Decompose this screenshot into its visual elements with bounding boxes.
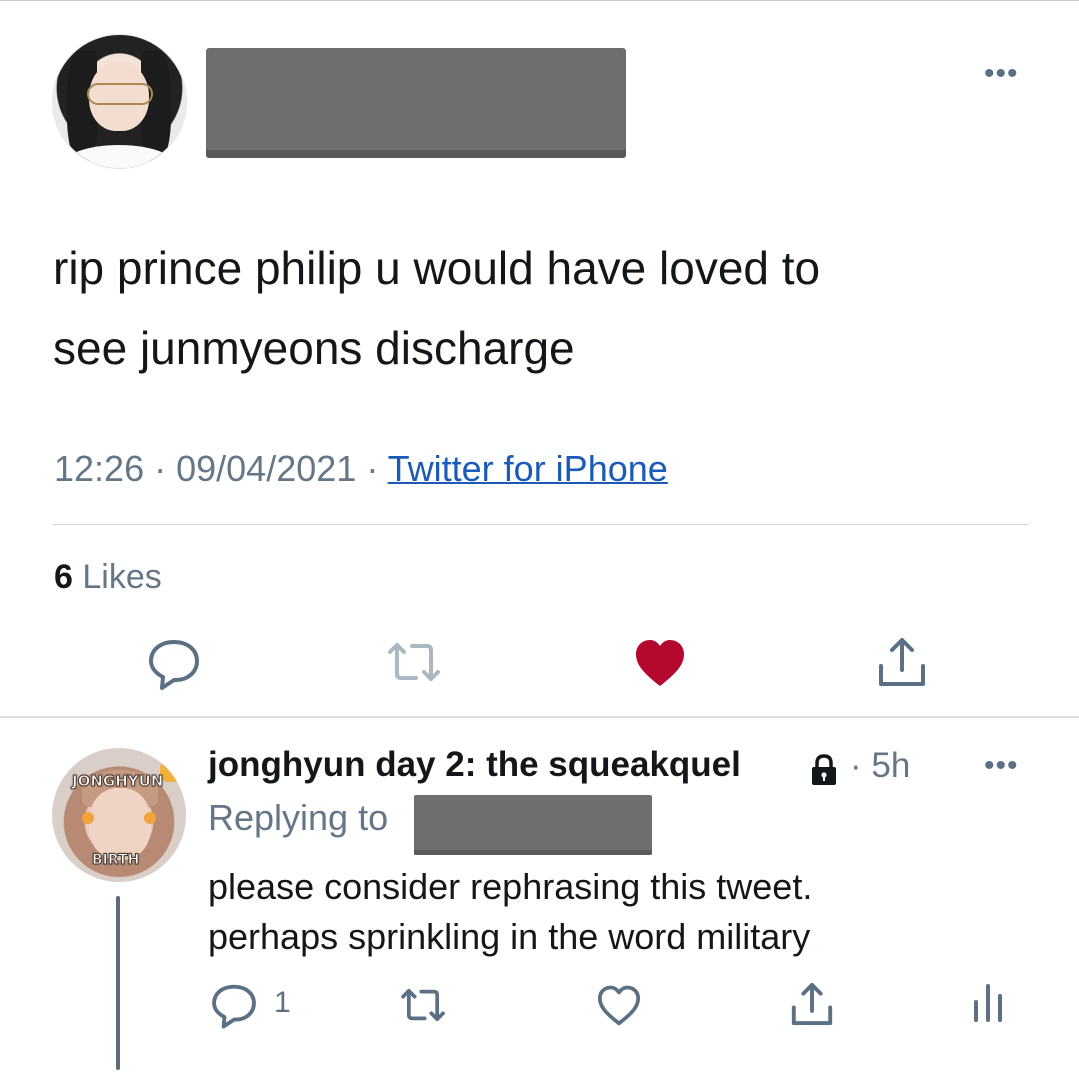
reply-text: please consider rephrasing this tweet. p… [208,862,1048,962]
tweet-time: 12:26 [54,448,145,489]
section-divider [0,716,1079,718]
avatar-sticker [144,812,156,824]
tweet-source-link[interactable]: Twitter for iPhone [388,448,668,489]
share-icon[interactable] [872,632,932,692]
analytics-icon[interactable] [968,980,1008,1026]
liked-heart-icon[interactable] [630,632,690,692]
divider [53,524,1029,525]
likes-count: 6 [54,558,73,596]
more-options-icon[interactable]: ••• [984,59,1019,89]
reply-text-line: perhaps sprinkling in the word military [208,916,811,957]
reply-text-line: please consider rephrasing this tweet. [208,866,813,907]
avatar-caption-top: JONGHYUN [71,772,164,791]
tweet-text-line: rip prince philip u would have loved to [53,242,821,294]
tweet-text: rip prince philip u would have loved to … [53,228,1033,388]
reply-time: 5h [871,746,911,785]
like-icon[interactable] [594,980,644,1030]
tweet-date: 09/04/2021 [176,448,357,489]
reply-count: 1 [274,986,291,1019]
likes-label: Likes [82,558,162,596]
reply-author-avatar[interactable]: JONGHYUN BIRTH [52,748,186,882]
reply-icon[interactable] [208,978,260,1030]
tweet-text-line: see junmyeons discharge [53,322,575,374]
reply-more-options-icon[interactable]: ••• [984,751,1019,781]
avatar-caption-bottom: BIRTH [91,852,140,869]
replying-to-label: Replying to [208,797,389,838]
share-icon[interactable] [786,978,838,1030]
retweet-icon[interactable] [384,632,444,692]
top-divider [0,0,1079,1]
redacted-replying-to-handle[interactable] [414,795,652,855]
reply-timestamp: · 5h [850,746,910,786]
meta-separator: · [366,448,388,489]
tweet-meta: 12:26 · 09/04/2021 · Twitter for iPhone [54,448,668,490]
reply-icon[interactable] [144,632,204,692]
redacted-author-name [206,48,626,158]
retweet-icon[interactable] [398,980,448,1030]
likes-summary[interactable]: 6 Likes [54,558,162,597]
reply-display-name[interactable]: jonghyun day 2: the squeakquel [208,745,741,785]
author-avatar[interactable] [52,34,187,169]
avatar-sticker [82,812,94,824]
meta-separator: · [154,448,177,489]
timestamp-separator: · [850,746,872,785]
thread-line [116,896,120,1070]
avatar-glasses [87,83,153,105]
lock-icon [812,754,836,785]
avatar-face [89,788,151,860]
